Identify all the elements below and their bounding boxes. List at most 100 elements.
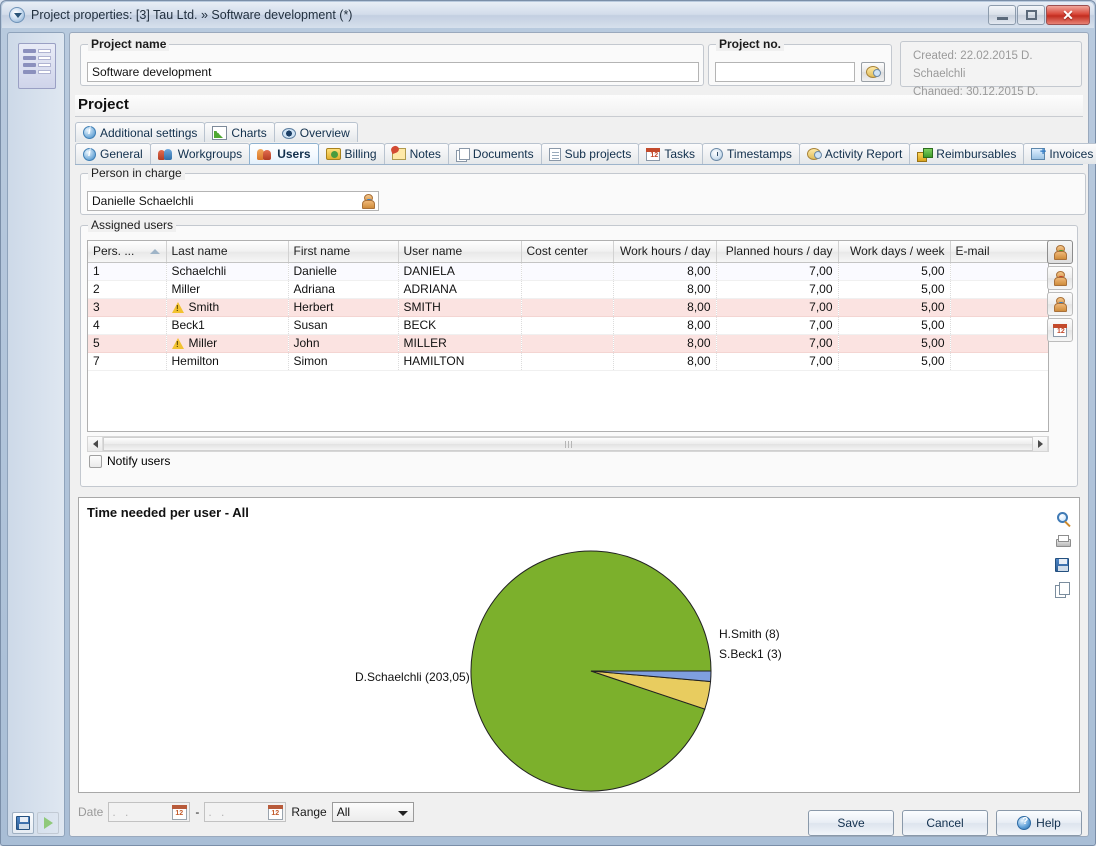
pie-chart[interactable]: D.Schaelchli (203,05) H.Smith (8) S.Beck… (79, 516, 1096, 792)
warning-icon (172, 338, 184, 349)
project-name-group: Project name Software development (80, 44, 704, 86)
tab-sub-projects[interactable]: Sub projects (541, 143, 640, 164)
tab-activity-report[interactable]: Activity Report (799, 143, 910, 164)
assigned-users-table: Pers. ... Last name First name User name… (88, 241, 1049, 371)
person-in-charge-label: Person in charge (88, 166, 185, 180)
main-panel: Project name Software development Projec… (69, 32, 1089, 837)
cell-first-name: Danielle (288, 262, 398, 280)
cell-text: Miller (189, 336, 218, 350)
tab-tasks[interactable]: Tasks (638, 143, 703, 164)
cell-last-name: Miller (166, 334, 288, 352)
subprojects-icon (549, 148, 561, 161)
tab-charts[interactable]: Charts (204, 122, 274, 142)
table-row[interactable]: 1 Schaelchli Danielle DANIELA 8,00 7,00 … (88, 262, 1048, 280)
notify-users-checkbox[interactable] (89, 455, 102, 468)
scroll-left-button[interactable] (88, 437, 103, 451)
tab-overview[interactable]: Overview (274, 122, 358, 142)
save-button[interactable]: Save (808, 810, 894, 836)
bottom-bar: Save Cancel Help (2, 802, 1094, 844)
header-area: Project name Software development Projec… (76, 38, 1082, 90)
tab-label: Documents (473, 147, 534, 161)
user-actions-toolbar: + – (1047, 240, 1073, 344)
column-header-work-days-week[interactable]: Work days / week (838, 241, 950, 262)
project-no-lookup-button[interactable] (861, 62, 885, 82)
column-header-user-name[interactable]: User name (398, 241, 521, 262)
column-header-pers[interactable]: Pers. ... (88, 241, 166, 262)
tab-general[interactable]: General (75, 143, 151, 164)
cell-last-name: Schaelchli (166, 262, 288, 280)
minimize-button[interactable] (988, 5, 1016, 25)
cell-work-hours: 8,00 (613, 334, 716, 352)
window-title: Project properties: [3] Tau Ltd. » Softw… (31, 8, 352, 22)
tab-label: Sub projects (565, 147, 632, 161)
info-icon (83, 126, 96, 139)
table-row[interactable]: 4 Beck1 Susan BECK 8,00 7,00 5,00 (88, 316, 1048, 334)
tab-billing[interactable]: Billing (318, 143, 385, 164)
close-icon: ✕ (1062, 8, 1074, 22)
user-edit-icon (1054, 297, 1066, 311)
person-in-charge-input[interactable]: Danielle Schaelchli (87, 191, 379, 211)
cell-planned-hours: 7,00 (716, 352, 838, 370)
quick-save-button[interactable] (12, 812, 34, 834)
tab-reimbursables[interactable]: Reimbursables (909, 143, 1024, 164)
project-name-label: Project name (88, 37, 169, 51)
table-row[interactable]: 3 Smith Herbert SMITH 8,00 7,00 5,00 (88, 298, 1048, 316)
close-button[interactable]: ✕ (1046, 5, 1090, 25)
cell-pers: 4 (88, 316, 166, 334)
project-name-input[interactable]: Software development (87, 62, 699, 82)
tab-label: Reimbursables (936, 147, 1016, 161)
add-user-schedule-button[interactable] (1047, 318, 1073, 342)
person-in-charge-group: Person in charge Danielle Schaelchli (80, 173, 1086, 215)
chart-icon (212, 126, 227, 140)
tab-notes[interactable]: Notes (384, 143, 449, 164)
add-user-button[interactable]: + (1047, 240, 1073, 264)
tab-invoices[interactable]: Invoices (1023, 143, 1096, 164)
column-header-email[interactable]: E-mail (950, 241, 1048, 262)
restore-button[interactable] (1017, 5, 1045, 25)
tab-additional-settings[interactable]: Additional settings (75, 122, 205, 142)
column-header-cost-center[interactable]: Cost center (521, 241, 613, 262)
column-header-last-name[interactable]: Last name (166, 241, 288, 262)
tab-workgroups[interactable]: Workgroups (150, 143, 250, 164)
notify-users-row[interactable]: Notify users (89, 454, 170, 468)
column-header-work-hours-day[interactable]: Work hours / day (613, 241, 716, 262)
cancel-button[interactable]: Cancel (902, 810, 988, 836)
column-header-first-name[interactable]: First name (288, 241, 398, 262)
pie-label-smith: H.Smith (8) (719, 627, 780, 641)
tab-documents[interactable]: Documents (448, 143, 542, 164)
scrollbar-thumb[interactable] (103, 437, 1033, 451)
column-header-planned-hours-day[interactable]: Planned hours / day (716, 241, 838, 262)
tab-label: Invoices (1049, 147, 1093, 161)
minus-badge: – (1057, 276, 1065, 284)
tab-label: General (100, 147, 143, 161)
save-button-label: Save (837, 816, 864, 830)
cell-planned-hours: 7,00 (716, 298, 838, 316)
reimbursables-icon (917, 148, 932, 161)
table-row[interactable]: 5 Miller John MILLER 8,00 7,00 5,00 (88, 334, 1048, 352)
tab-label: Tasks (664, 147, 695, 161)
tab-timestamps[interactable]: Timestamps (702, 143, 800, 164)
scroll-right-button[interactable] (1033, 437, 1048, 451)
table-row[interactable]: 2 Miller Adriana ADRIANA 8,00 7,00 5,00 (88, 280, 1048, 298)
edit-user-button[interactable] (1047, 292, 1073, 316)
project-no-input[interactable] (715, 62, 855, 82)
icon-field (38, 63, 51, 67)
user-schedule-add-icon (1053, 324, 1067, 337)
cell-last-name: Hemilton (166, 352, 288, 370)
assigned-users-table-wrapper[interactable]: Pers. ... Last name First name User name… (87, 240, 1049, 432)
lookup-badge (365, 199, 373, 207)
cell-cost-center (521, 316, 613, 334)
cell-work-hours: 8,00 (613, 262, 716, 280)
cell-planned-hours: 7,00 (716, 316, 838, 334)
icon-bar (23, 63, 36, 67)
cell-planned-hours: 7,00 (716, 262, 838, 280)
table-horizontal-scrollbar[interactable] (87, 436, 1049, 452)
tab-users[interactable]: Users (249, 143, 318, 164)
project-form-icon[interactable] (18, 43, 56, 89)
save-icon (16, 816, 30, 830)
run-button[interactable] (37, 812, 59, 834)
remove-user-button[interactable]: – (1047, 266, 1073, 290)
person-lookup-icon[interactable] (362, 194, 374, 208)
help-button[interactable]: Help (996, 810, 1082, 836)
table-row[interactable]: 7 Hemilton Simon HAMILTON 8,00 7,00 5,00 (88, 352, 1048, 370)
